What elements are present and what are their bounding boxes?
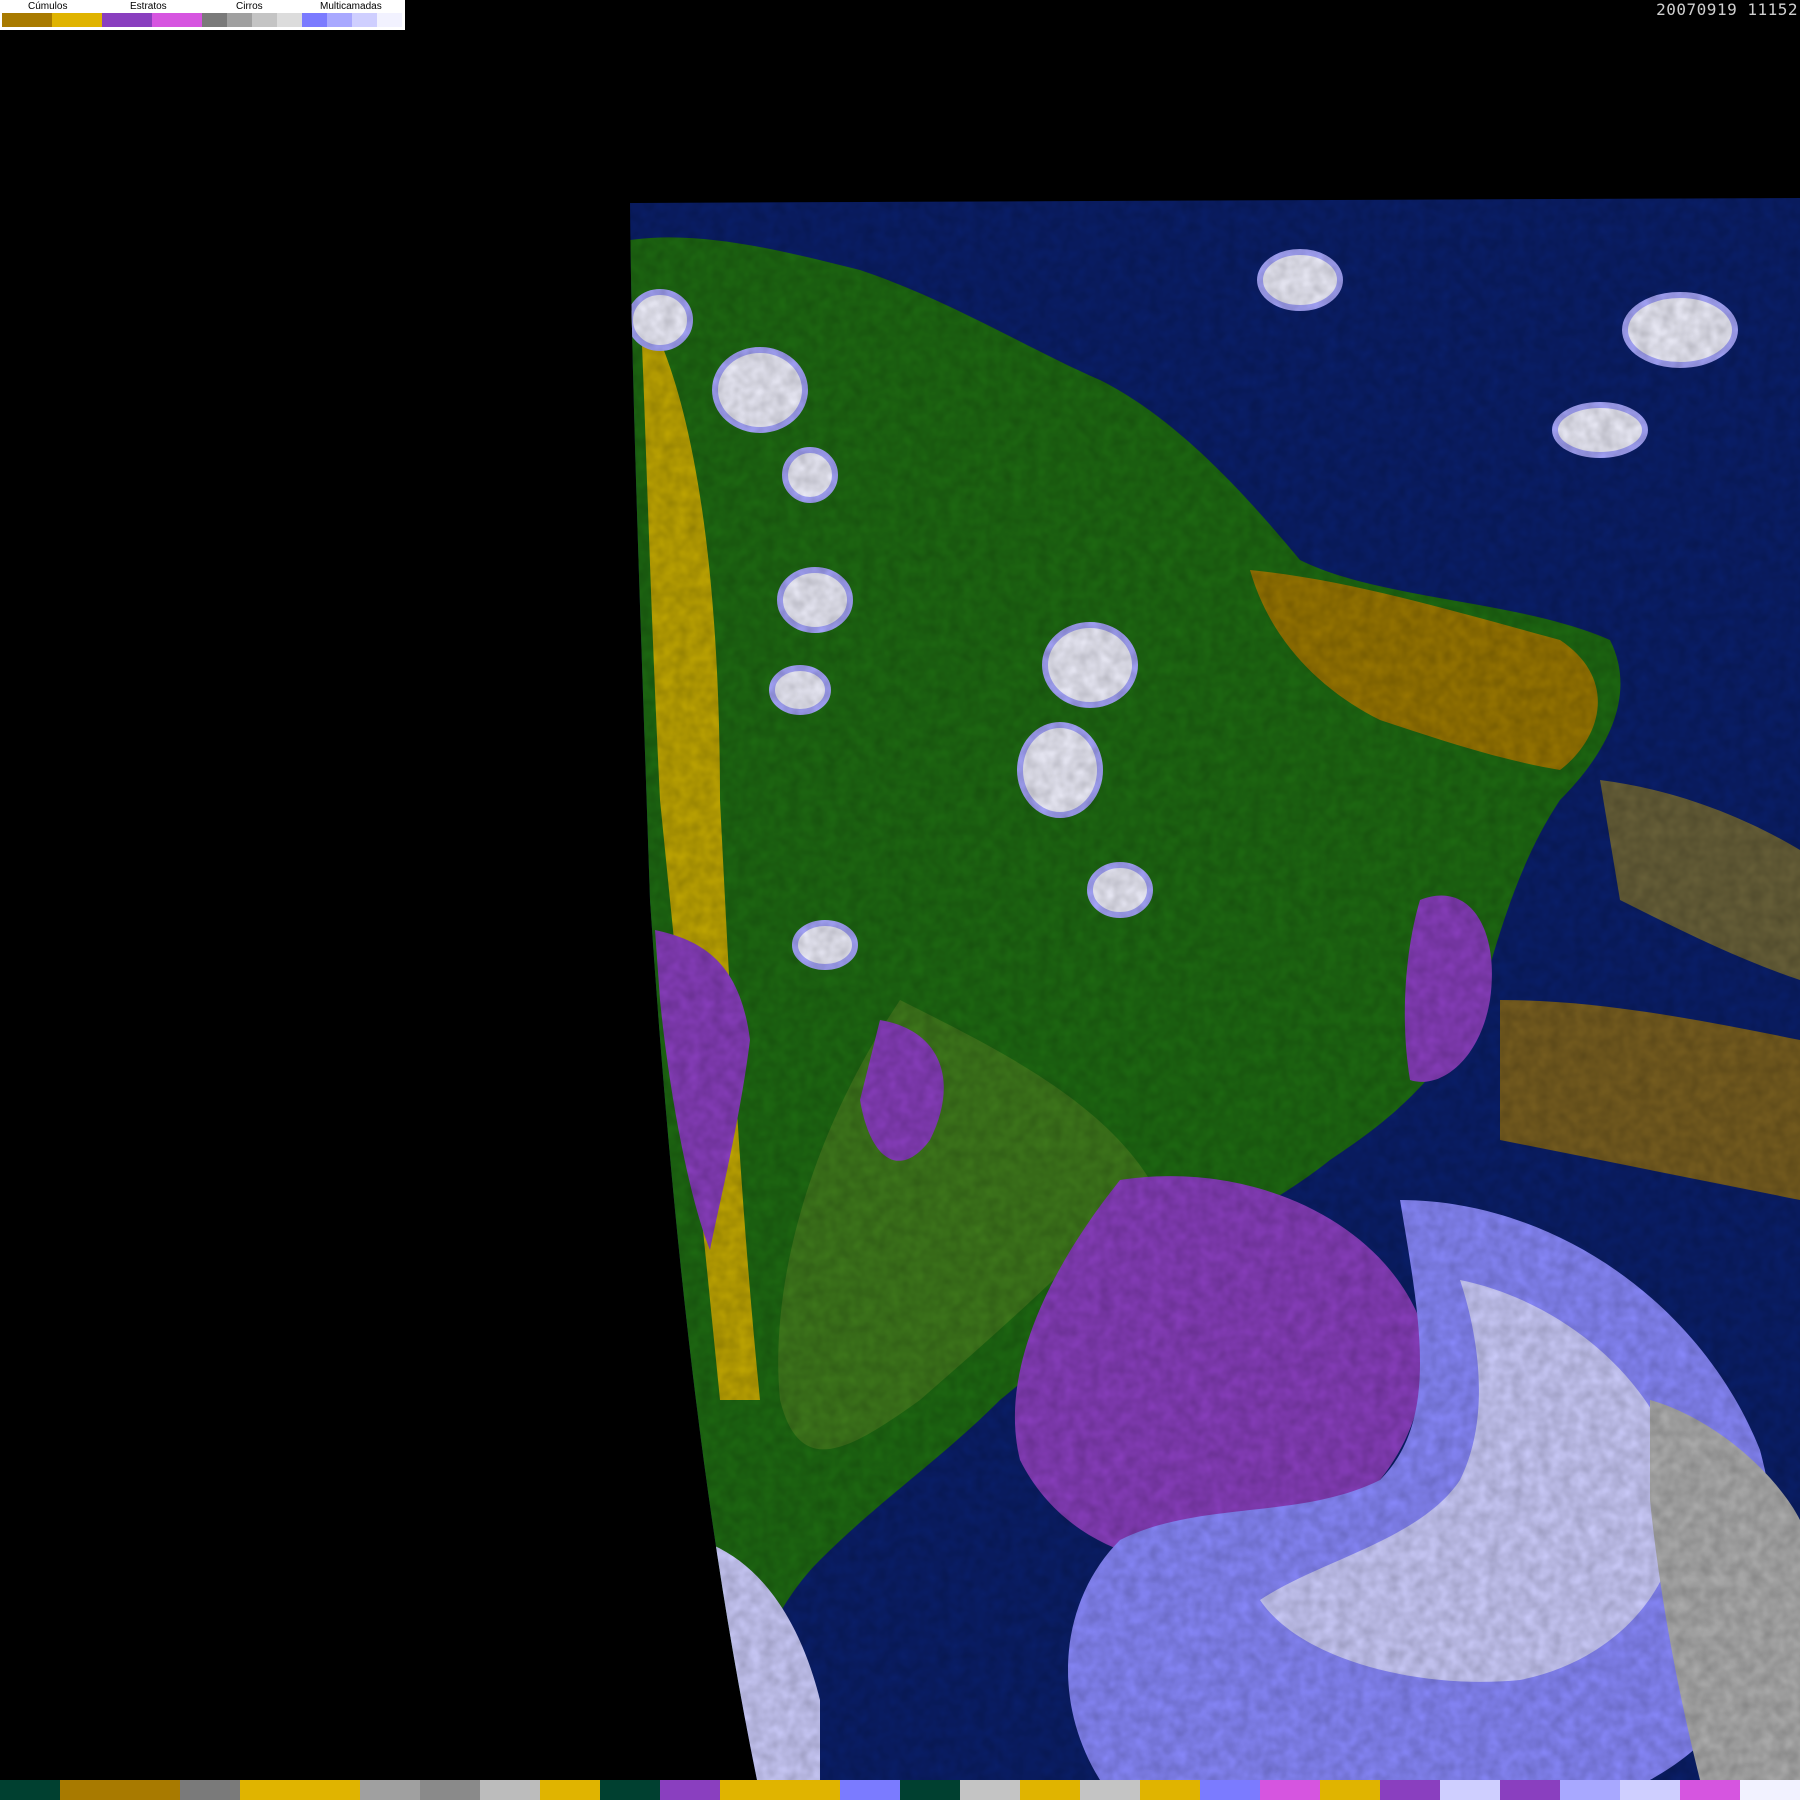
strip-cell [1320, 1780, 1380, 1800]
legend-swatch [277, 13, 302, 27]
legend-label-cirrus: Cirros [236, 1, 263, 12]
strip-cell [540, 1780, 600, 1800]
strip-cell [900, 1780, 960, 1800]
strip-cell [1440, 1780, 1500, 1800]
strip-cell [420, 1780, 480, 1800]
legend-swatch [352, 13, 377, 27]
legend-label-multilayer: Multicamadas [320, 1, 382, 12]
strip-cell [840, 1780, 900, 1800]
legend-label-cumulus: Cúmulos [28, 1, 68, 12]
strip-cell [120, 1780, 180, 1800]
legend-swatch [202, 13, 227, 27]
strip-cell [480, 1780, 540, 1800]
strip-cell [960, 1780, 1020, 1800]
strip-cell [60, 1780, 120, 1800]
legend-swatch [252, 13, 277, 27]
strip-cell [1560, 1780, 1620, 1800]
legend-swatch [52, 13, 102, 27]
strip-cell [720, 1780, 780, 1800]
strip-cell [1740, 1780, 1800, 1800]
strip-cell [1680, 1780, 1740, 1800]
earth-disk [630, 198, 1800, 1780]
legend-swatch [227, 13, 252, 27]
strip-cell [360, 1780, 420, 1800]
legend-swatch [302, 13, 327, 27]
texture-overlay [630, 198, 1800, 1780]
legend-swatch [102, 13, 152, 27]
legend-swatch [327, 13, 352, 27]
strip-cell [1140, 1780, 1200, 1800]
strip-cell [600, 1780, 660, 1800]
strip-cell [1200, 1780, 1260, 1800]
strip-cell [660, 1780, 720, 1800]
strip-cell [1260, 1780, 1320, 1800]
strip-cell [1620, 1780, 1680, 1800]
strip-cell [1020, 1780, 1080, 1800]
legend-swatch [2, 13, 52, 27]
strip-cell [780, 1780, 840, 1800]
strip-cell [1080, 1780, 1140, 1800]
strip-cell [180, 1780, 240, 1800]
legend-swatch [152, 13, 202, 27]
strip-cell [240, 1780, 300, 1800]
legend-swatch [377, 13, 402, 27]
legend-label-stratus: Estratos [130, 1, 167, 12]
strip-cell [1500, 1780, 1560, 1800]
satellite-cloud-map [0, 0, 1800, 1780]
strip-cell [300, 1780, 360, 1800]
strip-cell [1380, 1780, 1440, 1800]
image-timestamp: 20070919 11152 [1656, 0, 1798, 19]
cloud-type-legend: Cúmulos Estratos Cirros Multicamadas [0, 0, 405, 30]
bottom-color-strip [0, 1780, 1800, 1800]
strip-cell [0, 1780, 60, 1800]
legend-swatches [2, 13, 402, 27]
